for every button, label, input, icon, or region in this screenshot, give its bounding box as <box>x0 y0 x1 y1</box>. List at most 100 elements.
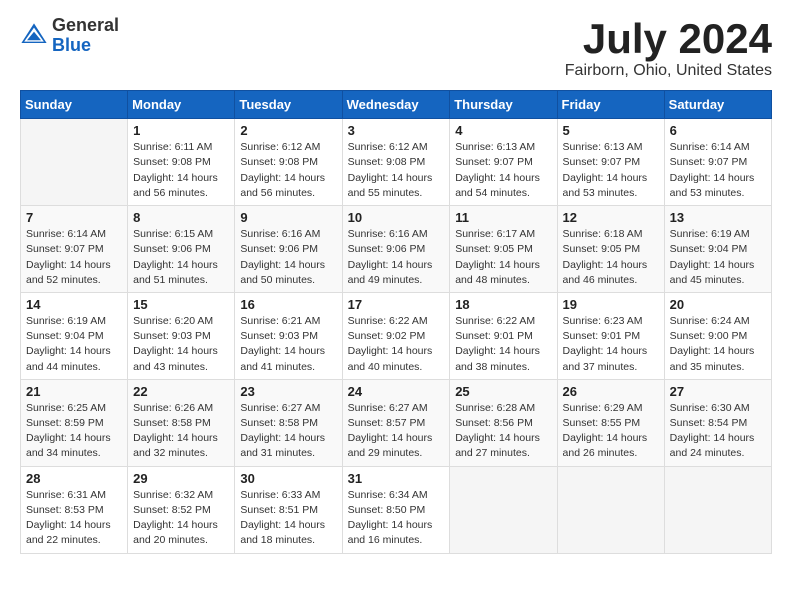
day-info: Sunrise: 6:27 AMSunset: 8:58 PMDaylight:… <box>240 401 336 462</box>
generalblue-logo-icon <box>20 22 48 50</box>
header-cell-thursday: Thursday <box>450 91 557 119</box>
day-number: 4 <box>455 123 551 138</box>
calendar-cell: 10Sunrise: 6:16 AMSunset: 9:06 PMDayligh… <box>342 206 450 293</box>
day-info: Sunrise: 6:20 AMSunset: 9:03 PMDaylight:… <box>133 314 229 375</box>
calendar-cell <box>664 466 771 553</box>
day-number: 27 <box>670 384 766 399</box>
day-info: Sunrise: 6:14 AMSunset: 9:07 PMDaylight:… <box>26 227 122 288</box>
day-number: 1 <box>133 123 229 138</box>
calendar-cell: 2Sunrise: 6:12 AMSunset: 9:08 PMDaylight… <box>235 119 342 206</box>
day-info: Sunrise: 6:14 AMSunset: 9:07 PMDaylight:… <box>670 140 766 201</box>
month-year-title: July 2024 <box>565 16 772 62</box>
day-number: 6 <box>670 123 766 138</box>
day-number: 29 <box>133 471 229 486</box>
calendar-cell <box>21 119 128 206</box>
calendar-cell: 6 Sunrise: 6:14 AMSunset: 9:07 PMDaylight… <box>664 119 771 206</box>
calendar-cell: 30 Sunrise: 6:33 AMSunset: 8:51 PMDayligh… <box>235 466 342 553</box>
day-info: Sunrise: 6:32 AMSunset: 8:52 PMDaylight:… <box>133 488 229 549</box>
day-number: 5 <box>563 123 659 138</box>
title-area: July 2024 Fairborn, Ohio, United States <box>565 16 772 80</box>
header-cell-wednesday: Wednesday <box>342 91 450 119</box>
day-number: 19 <box>563 297 659 312</box>
header-cell-friday: Friday <box>557 91 664 119</box>
calendar-cell: 15 Sunrise: 6:20 AMSunset: 9:03 PMDayligh… <box>128 292 235 379</box>
calendar-cell: 17Sunrise: 6:22 AMSunset: 9:02 PMDayligh… <box>342 292 450 379</box>
calendar-cell: 31 Sunrise: 6:34 AMSunset: 8:50 PMDayligh… <box>342 466 450 553</box>
day-number: 25 <box>455 384 551 399</box>
calendar-cell: 19 Sunrise: 6:23 AMSunset: 9:01 PMDayligh… <box>557 292 664 379</box>
day-number: 3 <box>348 123 445 138</box>
day-number: 23 <box>240 384 336 399</box>
logo: General Blue <box>20 16 119 56</box>
calendar-cell: 8 Sunrise: 6:15 AMSunset: 9:06 PMDaylight… <box>128 206 235 293</box>
calendar-cell: 23 Sunrise: 6:27 AMSunset: 8:58 PMDayligh… <box>235 379 342 466</box>
day-number: 7 <box>26 210 122 225</box>
day-info: Sunrise: 6:13 AMSunset: 9:07 PMDaylight:… <box>455 140 551 201</box>
header-cell-monday: Monday <box>128 91 235 119</box>
day-number: 14 <box>26 297 122 312</box>
day-number: 15 <box>133 297 229 312</box>
calendar-cell: 18Sunrise: 6:22 AMSunset: 9:01 PMDayligh… <box>450 292 557 379</box>
day-info: Sunrise: 6:30 AMSunset: 8:54 PMDaylight:… <box>670 401 766 462</box>
calendar-cell <box>450 466 557 553</box>
day-number: 24 <box>348 384 445 399</box>
day-info: Sunrise: 6:31 AMSunset: 8:53 PMDaylight:… <box>26 488 122 549</box>
calendar-week-row: 1Sunrise: 6:11 AMSunset: 9:08 PMDaylight… <box>21 119 772 206</box>
calendar-cell: 9Sunrise: 6:16 AMSunset: 9:06 PMDaylight… <box>235 206 342 293</box>
day-number: 30 <box>240 471 336 486</box>
location-subtitle: Fairborn, Ohio, United States <box>565 62 772 80</box>
calendar-cell: 29 Sunrise: 6:32 AMSunset: 8:52 PMDayligh… <box>128 466 235 553</box>
calendar-week-row: 21Sunrise: 6:25 AMSunset: 8:59 PMDayligh… <box>21 379 772 466</box>
day-info: Sunrise: 6:27 AMSunset: 8:57 PMDaylight:… <box>348 401 445 462</box>
day-info: Sunrise: 6:18 AMSunset: 9:05 PMDaylight:… <box>563 227 659 288</box>
day-number: 12 <box>563 210 659 225</box>
day-info: Sunrise: 6:15 AMSunset: 9:06 PMDaylight:… <box>133 227 229 288</box>
logo-blue-text: Blue <box>52 35 91 55</box>
day-number: 11 <box>455 210 551 225</box>
calendar-cell: 24 Sunrise: 6:27 AMSunset: 8:57 PMDayligh… <box>342 379 450 466</box>
day-number: 31 <box>348 471 445 486</box>
day-number: 8 <box>133 210 229 225</box>
header-cell-tuesday: Tuesday <box>235 91 342 119</box>
day-number: 28 <box>26 471 122 486</box>
calendar-cell: 4 Sunrise: 6:13 AMSunset: 9:07 PMDaylight… <box>450 119 557 206</box>
day-number: 26 <box>563 384 659 399</box>
calendar-cell: 1Sunrise: 6:11 AMSunset: 9:08 PMDaylight… <box>128 119 235 206</box>
day-number: 18 <box>455 297 551 312</box>
day-number: 21 <box>26 384 122 399</box>
calendar-cell: 27 Sunrise: 6:30 AMSunset: 8:54 PMDayligh… <box>664 379 771 466</box>
calendar-cell: 22Sunrise: 6:26 AMSunset: 8:58 PMDayligh… <box>128 379 235 466</box>
header-cell-saturday: Saturday <box>664 91 771 119</box>
day-info: Sunrise: 6:33 AMSunset: 8:51 PMDaylight:… <box>240 488 336 549</box>
calendar-cell: 20 Sunrise: 6:24 AMSunset: 9:00 PMDayligh… <box>664 292 771 379</box>
day-info: Sunrise: 6:16 AMSunset: 9:06 PMDaylight:… <box>348 227 445 288</box>
day-info: Sunrise: 6:21 AMSunset: 9:03 PMDaylight:… <box>240 314 336 375</box>
logo-text-container: General Blue <box>52 16 119 56</box>
day-info: Sunrise: 6:13 AMSunset: 9:07 PMDaylight:… <box>563 140 659 201</box>
calendar-cell: 28 Sunrise: 6:31 AMSunset: 8:53 PMDayligh… <box>21 466 128 553</box>
header: General Blue July 2024 Fairborn, Ohio, U… <box>20 16 772 80</box>
day-number: 20 <box>670 297 766 312</box>
calendar-week-row: 14Sunrise: 6:19 AMSunset: 9:04 PMDayligh… <box>21 292 772 379</box>
calendar-cell: 13 Sunrise: 6:19 AMSunset: 9:04 PMDayligh… <box>664 206 771 293</box>
day-info: Sunrise: 6:17 AMSunset: 9:05 PMDaylight:… <box>455 227 551 288</box>
calendar-table: SundayMondayTuesdayWednesdayThursdayFrid… <box>20 90 772 553</box>
calendar-cell: 12 Sunrise: 6:18 AMSunset: 9:05 PMDayligh… <box>557 206 664 293</box>
day-info: Sunrise: 6:22 AMSunset: 9:02 PMDaylight:… <box>348 314 445 375</box>
day-info: Sunrise: 6:24 AMSunset: 9:00 PMDaylight:… <box>670 314 766 375</box>
day-info: Sunrise: 6:12 AMSunset: 9:08 PMDaylight:… <box>348 140 445 201</box>
day-info: Sunrise: 6:26 AMSunset: 8:58 PMDaylight:… <box>133 401 229 462</box>
day-info: Sunrise: 6:34 AMSunset: 8:50 PMDaylight:… <box>348 488 445 549</box>
day-number: 13 <box>670 210 766 225</box>
day-info: Sunrise: 6:19 AMSunset: 9:04 PMDaylight:… <box>670 227 766 288</box>
calendar-cell: 21Sunrise: 6:25 AMSunset: 8:59 PMDayligh… <box>21 379 128 466</box>
day-info: Sunrise: 6:29 AMSunset: 8:55 PMDaylight:… <box>563 401 659 462</box>
calendar-cell: 5 Sunrise: 6:13 AMSunset: 9:07 PMDaylight… <box>557 119 664 206</box>
day-info: Sunrise: 6:28 AMSunset: 8:56 PMDaylight:… <box>455 401 551 462</box>
day-number: 16 <box>240 297 336 312</box>
day-number: 2 <box>240 123 336 138</box>
calendar-week-row: 28 Sunrise: 6:31 AMSunset: 8:53 PMDayligh… <box>21 466 772 553</box>
calendar-week-row: 7 Sunrise: 6:14 AMSunset: 9:07 PMDaylight… <box>21 206 772 293</box>
day-info: Sunrise: 6:23 AMSunset: 9:01 PMDaylight:… <box>563 314 659 375</box>
logo-general-text: General <box>52 15 119 35</box>
